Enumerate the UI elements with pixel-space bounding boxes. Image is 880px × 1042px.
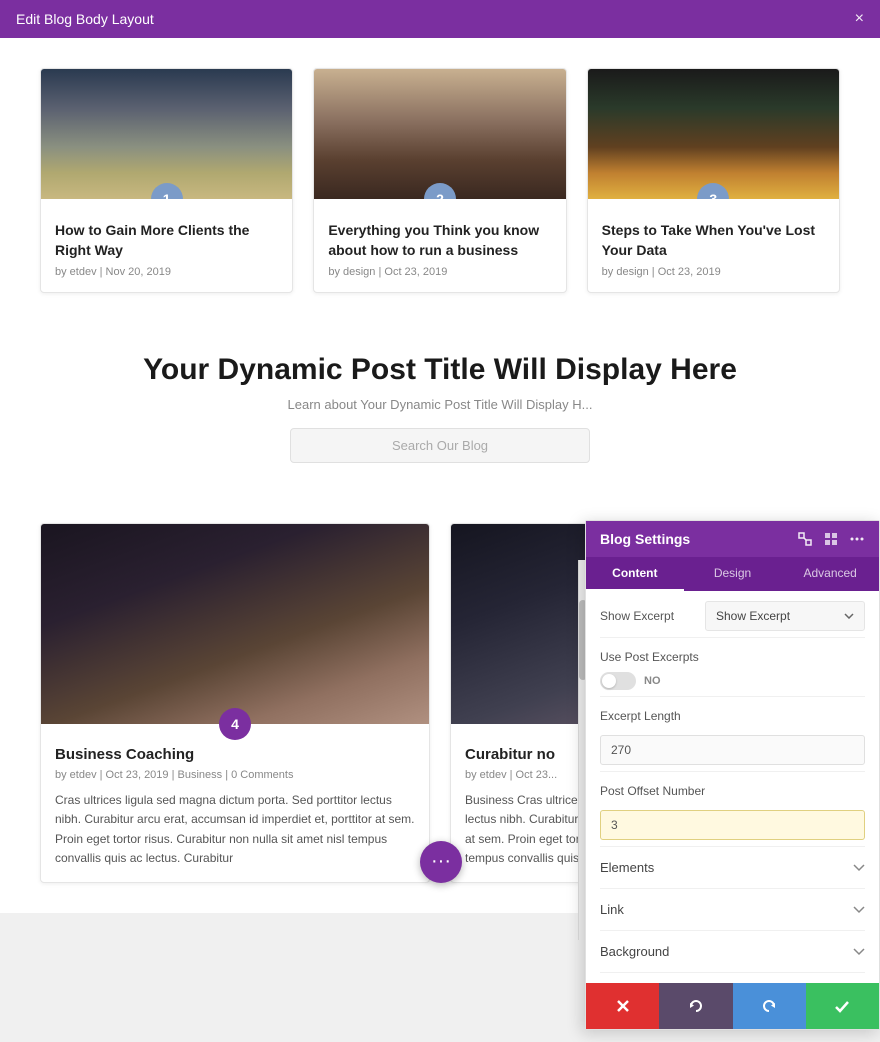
background-label: Background [600,944,669,959]
redo-icon [761,998,777,1014]
tab-design[interactable]: Design [684,557,782,591]
close-button[interactable]: × [855,10,864,28]
panel-header-icons [797,531,865,547]
use-post-excerpts-label: Use Post Excerpts [600,650,865,664]
grid-icon[interactable] [823,531,839,547]
panel-tabs: Content Design Advanced [586,557,879,591]
post-badge-1: 1 [151,183,183,199]
link-chevron-icon [853,904,865,916]
chevron-down-icon [844,613,854,619]
show-excerpt-row: Show Excerpt Show Excerpt [600,591,865,638]
post-badge-3: 3 [697,183,729,199]
post-offset-section: Post Offset Number [600,772,865,847]
elements-chevron-icon [853,862,865,874]
post-card-body-1: How to Gain More Clients the Right Way b… [41,199,292,292]
discard-button[interactable] [586,983,659,1029]
bottom-post-body-4: Business Coaching by etdev | Oct 23, 201… [41,724,429,882]
post-offset-label: Post Offset Number [600,784,865,798]
post-meta-2: by design | Oct 23, 2019 [328,266,551,278]
post-title-2: Everything you Think you know about how … [328,221,551,260]
background-collapsible[interactable]: Background [600,931,865,973]
tab-content[interactable]: Content [586,557,684,591]
title-bar: Edit Blog Body Layout × [0,0,880,38]
bottom-post-card-4[interactable]: 4 Business Coaching by etdev | Oct 23, 2… [40,523,430,883]
post-image-1: 1 [41,69,292,199]
post-card-2[interactable]: 2 Everything you Think you know about ho… [313,68,566,293]
dynamic-section: Your Dynamic Post Title Will Display Her… [40,333,840,473]
post-image-3: 3 [588,69,839,199]
elements-label: Elements [600,860,654,875]
discard-icon [615,998,631,1014]
post-meta-3: by design | Oct 23, 2019 [602,266,825,278]
bottom-post-image-4: 4 [41,524,429,724]
bottom-post-badge-4: 4 [219,708,251,740]
undo-button[interactable] [659,983,732,1029]
dynamic-title: Your Dynamic Post Title Will Display Her… [40,353,840,387]
panel-title: Blog Settings [600,531,690,547]
more-options-icon[interactable] [849,531,865,547]
panel-header: Blog Settings [586,521,879,557]
floating-menu-button[interactable]: ··· [420,841,462,883]
toggle-label: NO [644,675,661,687]
save-button[interactable] [806,983,879,1029]
post-badge-2: 2 [424,183,456,199]
title-bar-text: Edit Blog Body Layout [16,11,154,27]
tab-advanced[interactable]: Advanced [781,557,879,591]
bottom-post-meta-4: by etdev | Oct 23, 2019 | Business | 0 C… [55,769,415,781]
excerpt-length-label: Excerpt Length [600,709,865,723]
use-post-excerpts-toggle[interactable] [600,672,636,690]
undo-icon [688,998,704,1014]
show-excerpt-dropdown[interactable]: Show Excerpt [705,601,865,631]
top-posts-grid: 1 How to Gain More Clients the Right Way… [40,68,840,293]
link-collapsible[interactable]: Link [600,889,865,931]
use-post-excerpts-section: Use Post Excerpts NO [600,638,865,697]
use-post-excerpts-toggle-row: NO [600,672,865,690]
post-offset-input[interactable] [600,810,865,840]
post-title-3: Steps to Take When You've Lost Your Data [602,221,825,260]
post-image-2: 2 [314,69,565,199]
panel-body: Show Excerpt Show Excerpt Use Post Excer… [586,591,879,983]
excerpt-length-section: Excerpt Length [600,697,865,772]
search-bar[interactable]: Search Our Blog [290,428,590,463]
show-excerpt-label: Show Excerpt [600,609,674,623]
settings-panel: Blog Settings Content [585,520,880,1030]
link-label: Link [600,902,624,917]
excerpt-length-input[interactable] [600,735,865,765]
post-card-1[interactable]: 1 How to Gain More Clients the Right Way… [40,68,293,293]
bottom-post-excerpt-4: Cras ultrices ligula sed magna dictum po… [55,791,415,868]
background-chevron-icon [853,946,865,958]
post-title-1: How to Gain More Clients the Right Way [55,221,278,260]
resize-icon[interactable] [797,531,813,547]
save-icon [834,998,850,1014]
post-card-3[interactable]: 3 Steps to Take When You've Lost Your Da… [587,68,840,293]
redo-button[interactable] [733,983,806,1029]
panel-actions [586,983,879,1029]
elements-collapsible[interactable]: Elements [600,847,865,889]
post-card-body-3: Steps to Take When You've Lost Your Data… [588,199,839,292]
toggle-knob [602,674,616,688]
post-meta-1: by etdev | Nov 20, 2019 [55,266,278,278]
post-card-body-2: Everything you Think you know about how … [314,199,565,292]
dynamic-subtitle: Learn about Your Dynamic Post Title Will… [40,397,840,412]
bottom-post-title-4: Business Coaching [55,746,415,763]
